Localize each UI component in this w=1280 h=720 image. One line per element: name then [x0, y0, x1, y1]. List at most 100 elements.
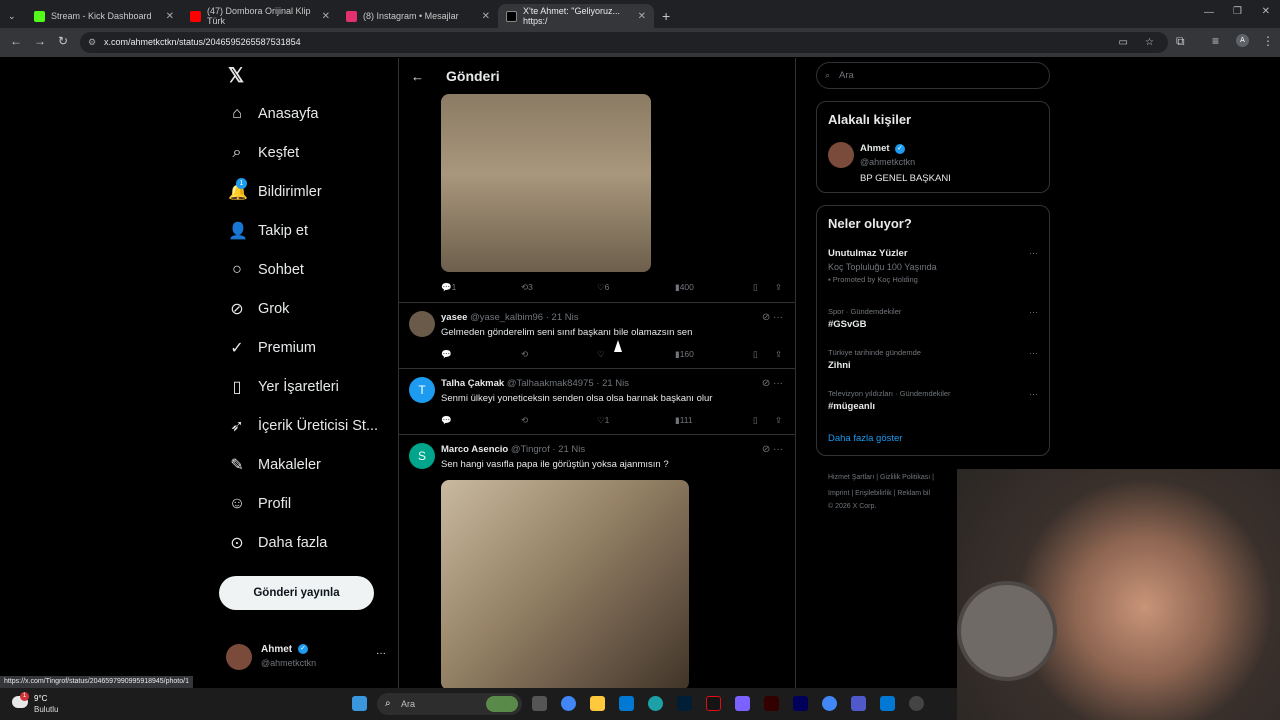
repost-button[interactable]: ⟲ — [521, 415, 528, 426]
close-icon[interactable]: ✕ — [166, 11, 174, 22]
reply-button[interactable]: 💬 — [441, 349, 452, 360]
taskbar-search-input[interactable]: ⌕ Ara — [377, 693, 522, 715]
menu-icon[interactable]: ⋮ — [1262, 34, 1274, 48]
page-title: Gönderi — [446, 68, 500, 84]
tweet-time: 21 Nis — [551, 312, 579, 323]
more-dots-icon[interactable]: ··· — [376, 648, 386, 659]
nav-notifications[interactable]: 🔔 1 Bildirimler — [218, 172, 398, 211]
like-button[interactable]: ♡ 6 — [597, 282, 609, 293]
share-icon[interactable]: ⇪ — [775, 415, 782, 426]
more-dots-icon[interactable]: ⊘ ··· — [762, 312, 783, 323]
close-icon[interactable]: ✕ — [322, 11, 330, 22]
tab-search-button[interactable]: ⌄ — [0, 4, 26, 28]
tab-youtube[interactable]: (47) Dombora Orijinal Klip Türk ✕ — [182, 4, 338, 28]
account-switcher[interactable]: Ahmet ✓ @ahmetkctkn ··· — [226, 640, 396, 680]
trend-item[interactable]: Türkiye tarihinde gündemde Zihni ··· — [828, 348, 1038, 371]
nav-profile[interactable]: ☺ Profil — [218, 484, 398, 523]
share-icon[interactable]: ⇪ — [775, 282, 782, 293]
outlook-icon[interactable] — [880, 696, 895, 711]
forward-icon[interactable]: → — [34, 34, 46, 48]
post-image-handshake[interactable] — [441, 94, 651, 272]
like-button[interactable]: ♡ 1 — [597, 415, 609, 426]
nav-bookmarks[interactable]: ▯ Yer İşaretleri — [218, 367, 398, 406]
reply-tweet[interactable]: T Talha Çakmak @Talhaakmak84975 · 21 Nis… — [399, 368, 795, 434]
more-dots-icon[interactable]: ⊘ ··· — [762, 378, 783, 389]
close-window-icon[interactable]: ✕ — [1262, 6, 1270, 17]
post-image-papal-meeting[interactable] — [441, 480, 689, 688]
share-icon[interactable]: ⇪ — [775, 349, 782, 360]
cast-icon[interactable]: ▭ — [1119, 32, 1128, 53]
more-dots-icon[interactable]: ··· — [1029, 307, 1038, 317]
trend-item[interactable]: Spor · Gündemdekiler #GSvGB ··· — [828, 307, 1038, 330]
views-button[interactable]: ▮ 111 — [675, 415, 693, 426]
repost-button[interactable]: ⟲ — [521, 349, 528, 360]
reply-button[interactable]: 💬 — [441, 415, 452, 426]
nav-articles[interactable]: ✎ Makaleler — [218, 445, 398, 484]
task-view-icon[interactable] — [532, 696, 547, 711]
obs-icon[interactable] — [909, 696, 924, 711]
url-text: x.com/ahmetkctkn/status/2046595265587531… — [104, 37, 301, 47]
more-dots-icon[interactable]: ⊘ ··· — [762, 444, 783, 455]
extensions-icon[interactable]: ⧉ — [1176, 34, 1185, 49]
nav-grok[interactable]: ⊘ Grok — [218, 289, 398, 328]
like-button[interactable]: ♡ — [597, 349, 605, 360]
repost-button[interactable]: ⟲ 3 — [521, 282, 533, 293]
show-more-link[interactable]: Daha fazla göster — [828, 433, 902, 444]
trend-category: Spor · Gündemdekiler — [828, 307, 902, 316]
bookmark-icon[interactable]: ▯ — [753, 282, 758, 293]
edge-icon[interactable] — [648, 696, 663, 711]
tab-x-post[interactable]: X'te Ahmet: "Geliyoruz... https:/ ✕ — [498, 4, 654, 28]
tab-instagram[interactable]: (8) Instagram • Mesajlar ✕ — [338, 4, 498, 28]
more-dots-icon[interactable]: ··· — [1029, 248, 1038, 258]
star-icon[interactable]: ☆ — [1145, 32, 1154, 53]
tab-kick[interactable]: Stream - Kick Dashboard ✕ — [26, 4, 182, 28]
premiere-icon[interactable] — [793, 696, 808, 711]
file-explorer-icon[interactable] — [590, 696, 605, 711]
avatar[interactable] — [828, 142, 854, 168]
nav-home[interactable]: ⌂ Anasayfa — [218, 94, 398, 133]
trend-item[interactable]: Televizyon yıldızları · Gündemdekiler #m… — [828, 389, 1038, 412]
url-input[interactable]: ⚙ x.com/ahmetkctkn/status/20465952655875… — [80, 32, 1168, 53]
chrome-profile-icon[interactable] — [822, 696, 837, 711]
back-icon[interactable]: ← — [10, 34, 22, 48]
views-button[interactable]: ▮ 400 — [675, 282, 694, 293]
windows-start-icon[interactable] — [352, 696, 367, 711]
nav-creator-studio[interactable]: ➶ İçerik Üreticisi St... — [218, 406, 398, 445]
copilot-icon[interactable] — [735, 696, 750, 711]
footer-line[interactable]: Hizmet Şartları | Gizlilik Politikası | — [828, 470, 934, 486]
nav-premium[interactable]: ✓ Premium — [218, 328, 398, 367]
reload-icon[interactable]: ↻ — [58, 34, 68, 48]
profile-avatar[interactable]: A — [1236, 34, 1249, 47]
new-tab-button[interactable]: + — [654, 4, 680, 28]
restore-icon[interactable]: ❐ — [1233, 6, 1242, 17]
close-icon[interactable]: ✕ — [638, 11, 646, 22]
media-icon[interactable]: ≡ — [1212, 34, 1219, 48]
search-input[interactable]: ⌕ Ara — [816, 62, 1050, 89]
reply-button[interactable]: 💬 1 — [441, 282, 456, 293]
back-arrow-icon[interactable]: ← — [411, 69, 424, 84]
store-icon[interactable] — [619, 696, 634, 711]
close-icon[interactable]: ✕ — [482, 11, 490, 22]
views-button[interactable]: ▮ 160 — [675, 349, 694, 360]
photoshop-icon[interactable] — [677, 696, 692, 711]
post-button[interactable]: Gönderi yayınla — [219, 576, 374, 610]
site-info-icon[interactable]: ⚙ — [88, 32, 96, 53]
chrome-icon[interactable] — [561, 696, 576, 711]
netflix-icon[interactable] — [706, 696, 721, 711]
bookmark-icon[interactable]: ▯ — [753, 415, 758, 426]
trend-item[interactable]: Unutulmaz Yüzler Koç Topluluğu 100 Yaşın… — [828, 248, 1038, 284]
x-logo-icon[interactable]: 𝕏 — [218, 58, 398, 94]
teams-icon[interactable] — [851, 696, 866, 711]
illustrator-icon[interactable] — [764, 696, 779, 711]
reply-tweet[interactable]: yasee @yase_kalbim96 · 21 Nis ⊘ ··· Gelm… — [399, 302, 795, 368]
nav-chat[interactable]: ○ Sohbet — [218, 250, 398, 289]
minimize-icon[interactable]: — — [1204, 7, 1214, 18]
more-dots-icon[interactable]: ··· — [1029, 348, 1038, 358]
footer-line[interactable]: Imprint | Erişilebilirlik | Reklam bil — [828, 486, 934, 502]
nav-more[interactable]: ⊙ Daha fazla — [218, 523, 398, 562]
more-dots-icon[interactable]: ··· — [1029, 389, 1038, 399]
related-name[interactable]: Ahmet — [860, 143, 890, 154]
bookmark-icon[interactable]: ▯ — [753, 349, 758, 360]
nav-explore[interactable]: ⌕ Keşfet — [218, 133, 398, 172]
nav-follow[interactable]: 👤 Takip et — [218, 211, 398, 250]
